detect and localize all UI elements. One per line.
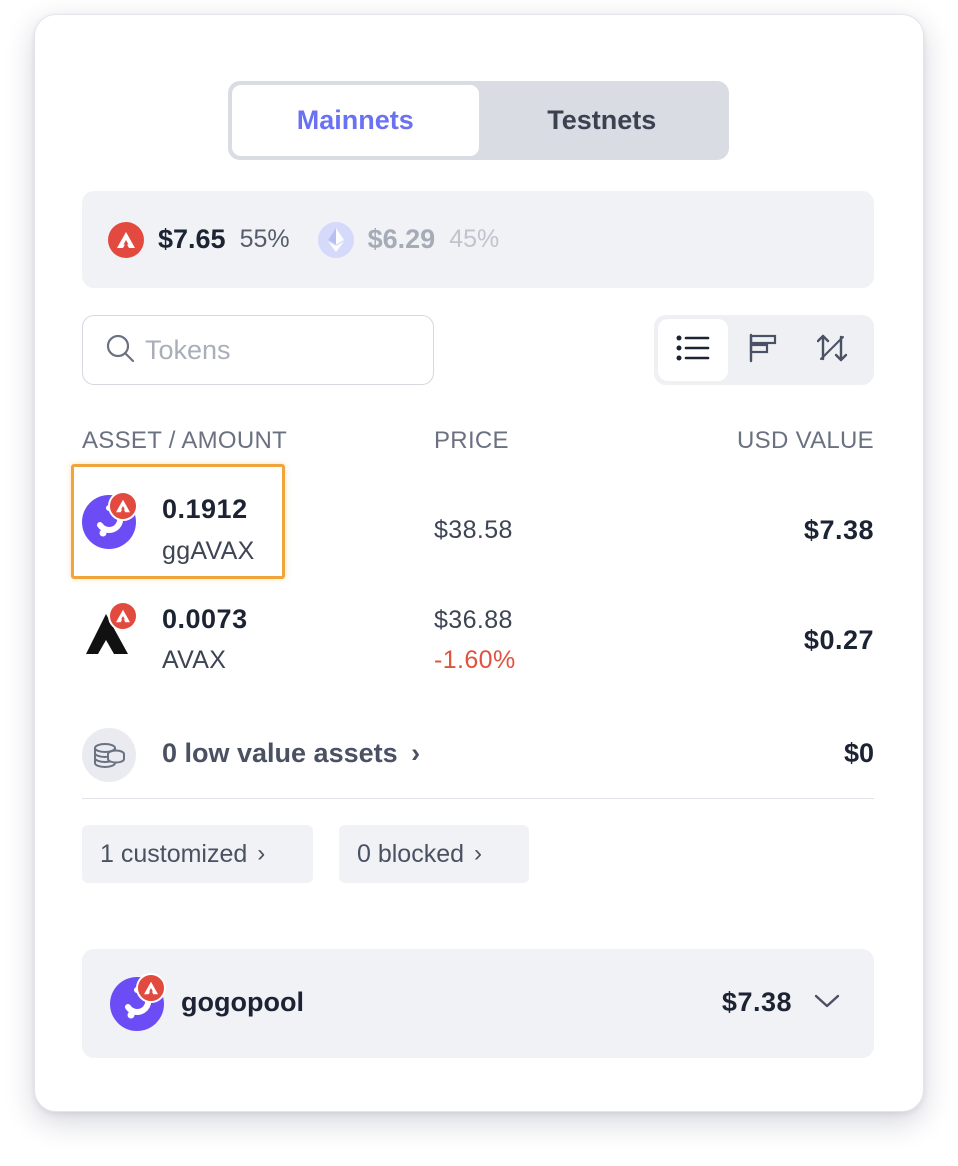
chevron-right-icon: › — [257, 840, 266, 867]
summary-value: $6.29 — [367, 224, 436, 254]
view-toggle-group — [654, 315, 874, 385]
coins-icon — [82, 728, 136, 782]
tab-mainnets[interactable]: Mainnets — [232, 85, 479, 156]
avalanche-badge-icon — [136, 973, 166, 1003]
token-search — [82, 315, 434, 385]
summary-value: $7.65 — [158, 224, 226, 254]
blocked-label: 0 blocked — [357, 839, 465, 868]
avalanche-badge-icon — [108, 601, 138, 631]
token-symbol: AVAX — [162, 646, 227, 674]
price-change: -1.60% — [434, 646, 516, 674]
sort-button[interactable] — [798, 319, 868, 381]
header-price: PRICE — [434, 427, 509, 454]
blocked-button[interactable]: 0 blocked › — [339, 825, 529, 883]
summary-percent: 55% — [239, 225, 290, 253]
list-view-icon — [676, 334, 710, 367]
customized-label: 1 customized — [100, 839, 248, 868]
chain-summary-bar: $7.65 55% $6.29 45% — [82, 191, 874, 288]
token-usd-value: $7.38 — [803, 515, 874, 545]
chevron-down-icon[interactable] — [814, 993, 840, 1014]
tab-testnets[interactable]: Testnets — [479, 85, 726, 156]
protocol-value: $7.38 — [721, 987, 792, 1017]
token-amount: 0.0073 — [162, 604, 248, 634]
token-usd-value: $0.27 — [803, 625, 874, 655]
header-asset-amount: ASSET / AMOUNT — [82, 427, 288, 454]
search-icon — [105, 333, 135, 368]
low-value-total: $0 — [843, 738, 874, 768]
token-price: $36.88 — [434, 606, 513, 634]
search-input[interactable] — [145, 334, 415, 366]
protocol-card[interactable]: gogopool $7.38 — [82, 949, 874, 1058]
low-value-assets-link[interactable]: 0 low value assets › — [162, 738, 420, 769]
sort-icon — [816, 333, 849, 368]
protocol-name: gogopool — [181, 987, 304, 1017]
chevron-right-icon: › — [411, 738, 421, 768]
bar-chart-icon — [748, 333, 778, 368]
token-price: $38.58 — [434, 516, 513, 544]
network-toggle: Mainnets Testnets — [228, 81, 729, 160]
low-value-label: 0 low value assets — [162, 738, 398, 768]
summary-avalanche[interactable]: $7.65 55% — [108, 221, 290, 258]
highlight-box — [71, 464, 285, 579]
chevron-right-icon: › — [474, 840, 483, 867]
ethereum-icon — [317, 221, 354, 258]
avalanche-icon — [108, 221, 144, 258]
header-usd-value: USD VALUE — [737, 427, 874, 454]
chart-view-button[interactable] — [728, 319, 798, 381]
token-row[interactable]: 0.0073 AVAX $36.88 -1.60% $0.27 — [82, 600, 874, 680]
list-view-button[interactable] — [658, 319, 728, 381]
divider — [82, 798, 874, 799]
summary-ethereum[interactable]: $6.29 45% — [317, 221, 500, 258]
summary-percent: 45% — [449, 225, 500, 253]
customized-button[interactable]: 1 customized › — [82, 825, 313, 883]
